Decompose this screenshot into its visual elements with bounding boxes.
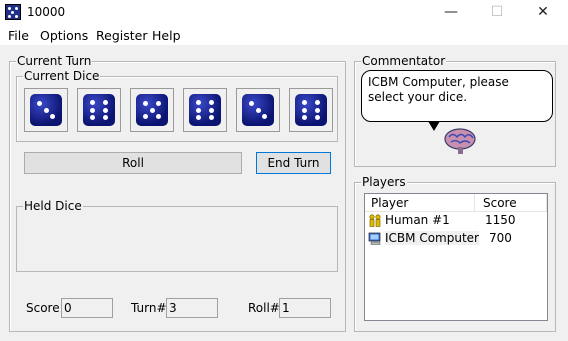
die-face [295,94,327,126]
people-icon [369,214,381,227]
brain-icon [444,128,476,154]
die-2[interactable] [77,88,121,132]
players-legend: Players [361,175,407,189]
column-header-score[interactable]: Score [475,194,547,212]
roll-field: 1 [279,298,331,318]
die-pip [103,107,108,113]
die-pip [90,100,95,105]
die-pip [90,107,95,113]
menu-options[interactable]: Options [40,28,88,43]
held-dice-legend: Held Dice [23,199,83,213]
die-face [30,94,62,126]
die-pip [50,114,55,119]
player-row[interactable]: ICBM Computer 700 [365,230,547,247]
held-dice-area[interactable]: Held Dice [16,199,338,272]
die-5[interactable] [236,88,280,132]
menu-file[interactable]: File [8,28,29,43]
menu-help[interactable]: Help [152,28,181,43]
die-face [189,94,221,126]
die-6[interactable] [289,88,333,132]
speech-bubble: ICBM Computer, please select your dice. [361,70,553,122]
app-dice-icon[interactable] [5,4,21,20]
column-header-player[interactable]: Player [365,194,475,212]
die-4[interactable] [183,88,227,132]
minimize-button[interactable]: — [428,0,474,25]
maximize-button[interactable]: ☐ [474,0,520,25]
turn-label: Turn# [131,301,167,315]
die-pip [196,107,201,113]
die-pip [156,114,161,119]
die-pip [255,107,261,113]
die-pip [302,100,307,105]
player-score: 700 [489,231,512,245]
die-pip [209,115,214,120]
die-pip [143,101,148,106]
window-title: 10000 [27,5,66,19]
commentator-message: ICBM Computer, please select your dice. [368,75,509,104]
close-button[interactable]: ✕ [520,0,566,25]
score-label: Score [26,301,60,315]
player-name: ICBM Computer [385,231,479,245]
die-pip [196,100,201,105]
score-field: 0 [61,298,113,318]
die-pip [262,114,267,119]
player-score: 1150 [485,213,516,227]
end-turn-button[interactable]: End Turn [256,152,331,174]
die-pip [249,101,254,106]
die-pip [90,115,95,120]
die-face [83,94,115,126]
die-pip [209,107,214,113]
player-row[interactable]: Human #1 1150 [365,212,547,229]
die-pip [149,107,155,113]
turn-field: 3 [166,298,218,318]
title-bar: 10000 — ☐ ✕ [0,0,568,25]
die-pip [43,107,49,113]
computer-icon [368,232,381,245]
current-turn-legend: Current Turn [16,54,93,68]
menu-register[interactable]: Register [96,28,147,43]
die-3[interactable] [130,88,174,132]
current-dice-legend: Current Dice [23,69,101,83]
die-face [136,94,168,126]
die-pip [143,114,148,119]
die-pip [315,107,320,113]
die-pip [103,100,108,105]
die-pip [315,115,320,120]
die-pip [103,115,108,120]
die-face [242,94,274,126]
player-name: Human #1 [385,213,450,227]
die-pip [196,115,201,120]
die-pip [315,100,320,105]
die-pip [302,115,307,120]
players-list[interactable]: Player Score Human #1 1150 ICBM Computer… [364,193,548,321]
die-1[interactable] [24,88,68,132]
die-pip [156,101,161,106]
die-pip [37,101,42,106]
speech-bubble-tail [428,121,440,131]
commentator-legend: Commentator [361,54,447,68]
roll-label: Roll# [248,301,280,315]
menu-bar: File Options Register Help [0,25,568,45]
die-pip [209,100,214,105]
die-pip [302,107,307,113]
roll-button[interactable]: Roll [24,152,242,174]
